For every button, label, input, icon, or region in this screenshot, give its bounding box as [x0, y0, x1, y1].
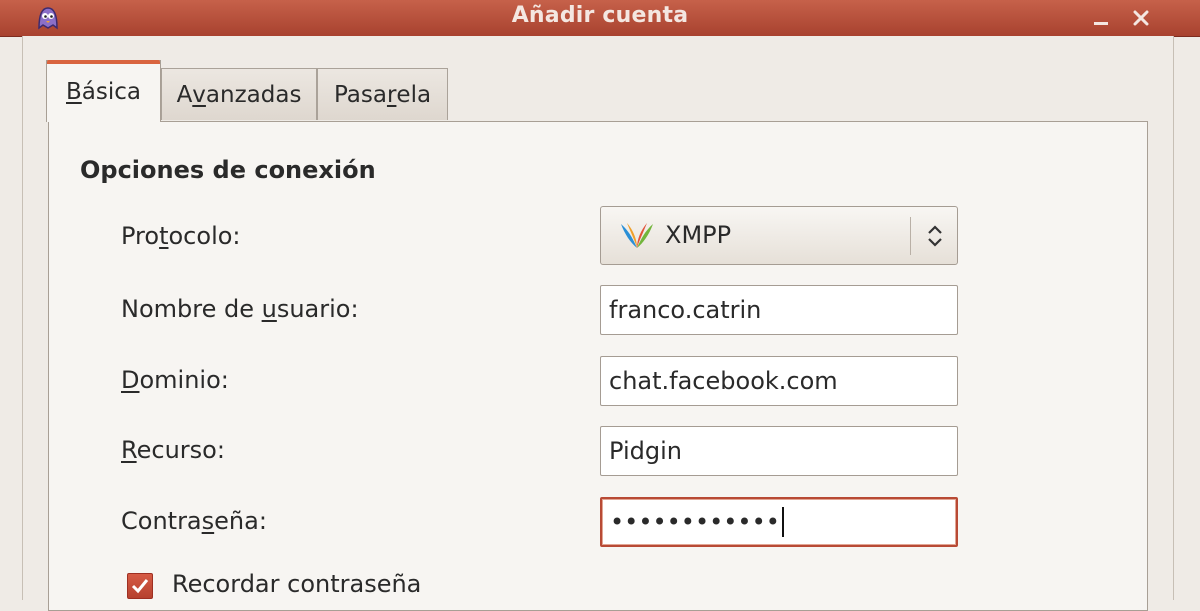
username-field[interactable]: franco.catrin — [600, 285, 958, 335]
tab-label: Avanzadas — [176, 81, 302, 108]
tab-label: Pasarela — [333, 81, 432, 108]
title-bar[interactable]: Añadir cuenta — [0, 0, 1200, 37]
up-down-arrows-icon — [928, 225, 942, 247]
remember-password-checkbox[interactable] — [127, 573, 153, 599]
domain-label: Dominio: — [121, 366, 229, 394]
password-label: Contraseña: — [121, 507, 267, 535]
minimize-icon — [1094, 22, 1108, 25]
resource-label: Recurso: — [121, 436, 225, 464]
close-icon — [1133, 10, 1149, 26]
password-field[interactable]: •••••••••••• — [600, 497, 958, 547]
username-label: Nombre de usuario: — [121, 295, 359, 323]
check-icon — [131, 579, 149, 594]
domain-field[interactable]: chat.facebook.com — [600, 356, 958, 406]
protocol-value: XMPP — [665, 221, 732, 249]
xmpp-icon — [621, 223, 653, 248]
resource-field[interactable]: Pidgin — [600, 426, 958, 476]
minimize-button[interactable] — [1088, 6, 1114, 30]
text-caret — [781, 507, 784, 537]
tab-avanzadas[interactable]: Avanzadas — [161, 68, 317, 120]
protocol-label: Protocolo: — [121, 222, 241, 250]
remember-password-label: Recordar contraseña — [172, 570, 422, 598]
section-title: Opciones de conexión — [80, 156, 376, 184]
tab-basica[interactable]: Básica — [46, 60, 161, 122]
combo-separator — [910, 217, 911, 255]
protocol-select[interactable]: XMPP — [600, 206, 958, 265]
close-button[interactable] — [1128, 6, 1154, 30]
window-title: Añadir cuenta — [511, 3, 689, 28]
tab-label: Básica — [66, 78, 141, 105]
tab-pasarela[interactable]: Pasarela — [317, 68, 448, 120]
